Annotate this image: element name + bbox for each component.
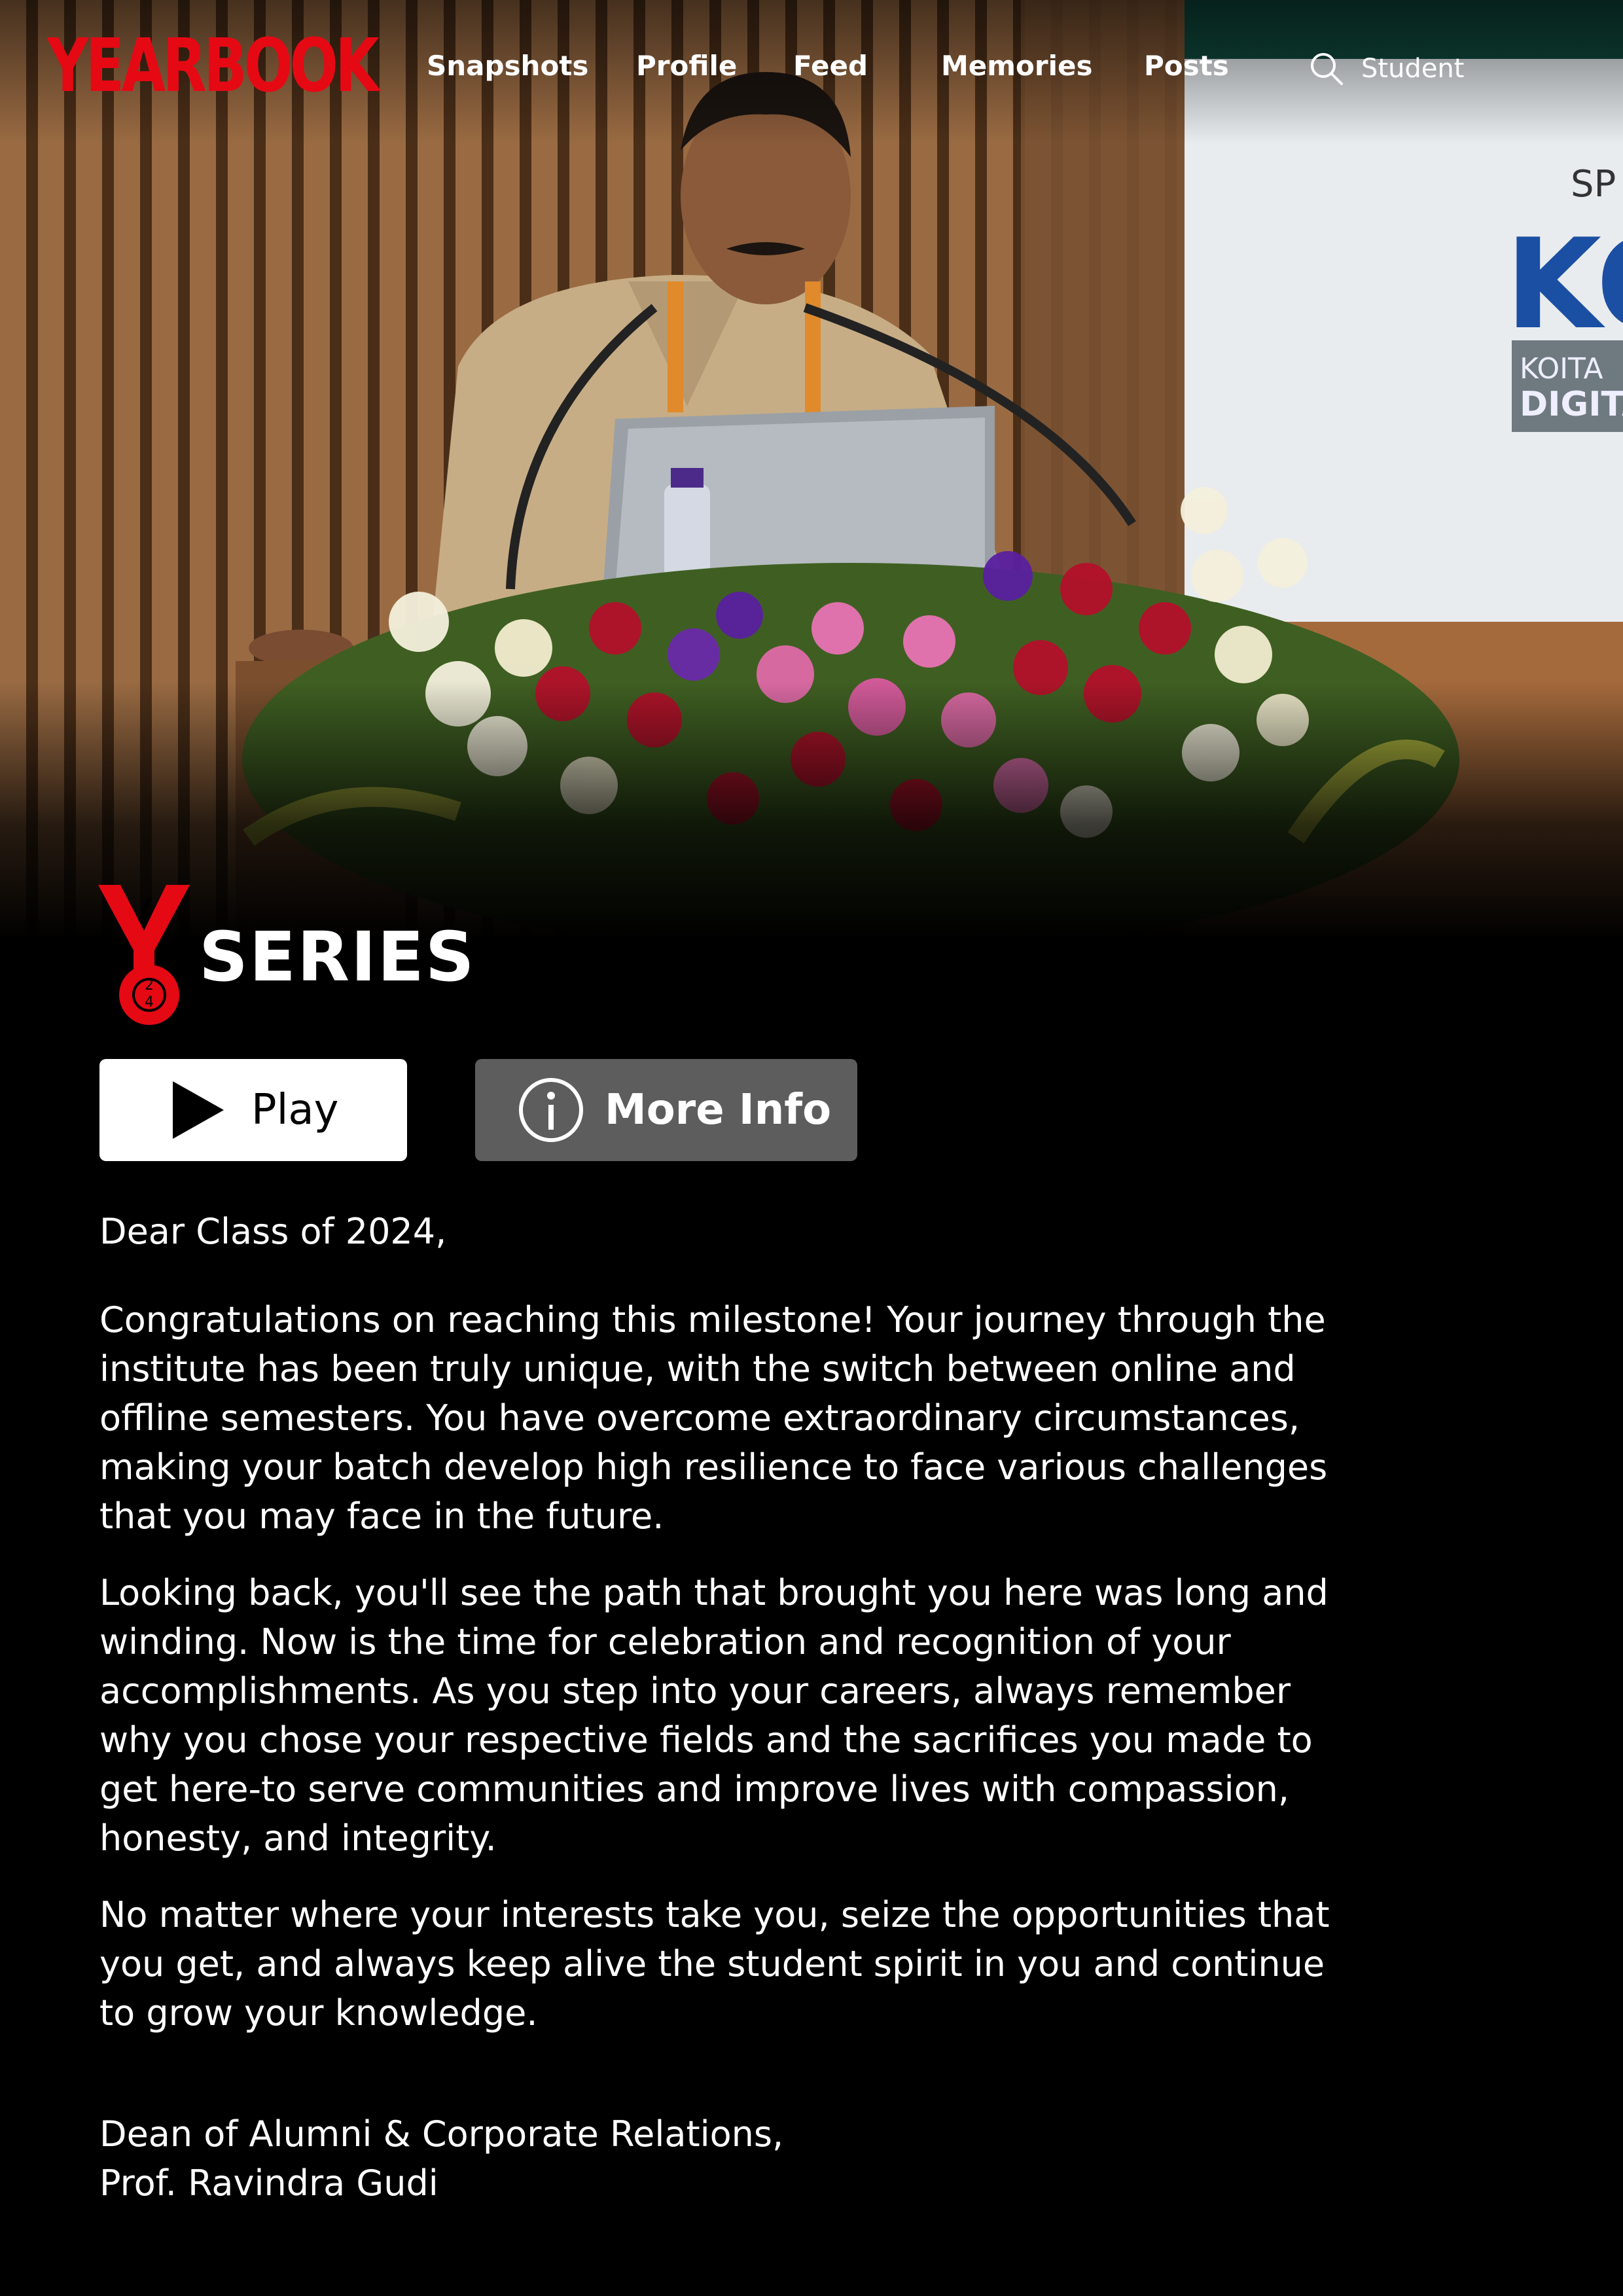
y24-emblem-icon: 2 4 (98, 885, 190, 1025)
nav-link-feed[interactable]: Feed (793, 50, 868, 82)
signature-title: Dean of Alumni & Corporate Relations, (99, 2113, 784, 2155)
banner-text-koita: KOITA (1520, 352, 1603, 386)
play-button-label: Play (251, 1086, 339, 1134)
more-info-button[interactable]: More Info (475, 1059, 857, 1161)
info-icon (519, 1078, 583, 1142)
emblem-digit-2: 2 (145, 977, 154, 994)
dean-letter: Dear Class of 2024, Congratulations on r… (99, 1207, 1330, 2208)
letter-paragraph: Congratulations on reaching this milesto… (99, 1299, 1328, 1537)
nav-link-posts[interactable]: Posts (1144, 50, 1229, 82)
signature-name: Prof. Ravindra Gudi (99, 2162, 438, 2204)
search-label[interactable]: Student (1361, 54, 1464, 84)
search-student[interactable]: Student (1308, 46, 1464, 92)
series-title: SERIES (199, 917, 476, 997)
banner-text-sp: SP (1571, 163, 1616, 206)
letter-greeting: Dear Class of 2024, (99, 1211, 447, 1252)
hero-photo: SP KO KOITA DIGITA (0, 0, 1623, 936)
letter-paragraph: Looking back, you'll see the path that b… (99, 1572, 1329, 1859)
banner-text-ko: KO (1505, 212, 1623, 357)
more-info-button-label: More Info (605, 1086, 832, 1134)
emblem-digit-4: 4 (145, 994, 154, 1011)
top-navigation: YEARBOOK Snapshots Profile Feed Memories… (0, 0, 1623, 137)
search-icon[interactable] (1308, 50, 1346, 88)
play-icon (173, 1081, 224, 1139)
play-button[interactable]: Play (99, 1059, 407, 1161)
yearbook-logo[interactable]: YEARBOOK (47, 24, 380, 109)
series-badge: 2 4 SERIES (98, 885, 476, 1029)
banner-text-digita: DIGITA (1520, 385, 1623, 424)
nav-link-memories[interactable]: Memories (941, 50, 1093, 82)
nav-link-snapshots[interactable]: Snapshots (427, 50, 588, 82)
nav-link-profile[interactable]: Profile (636, 50, 737, 82)
letter-paragraph: No matter where your interests take you,… (99, 1894, 1330, 2034)
